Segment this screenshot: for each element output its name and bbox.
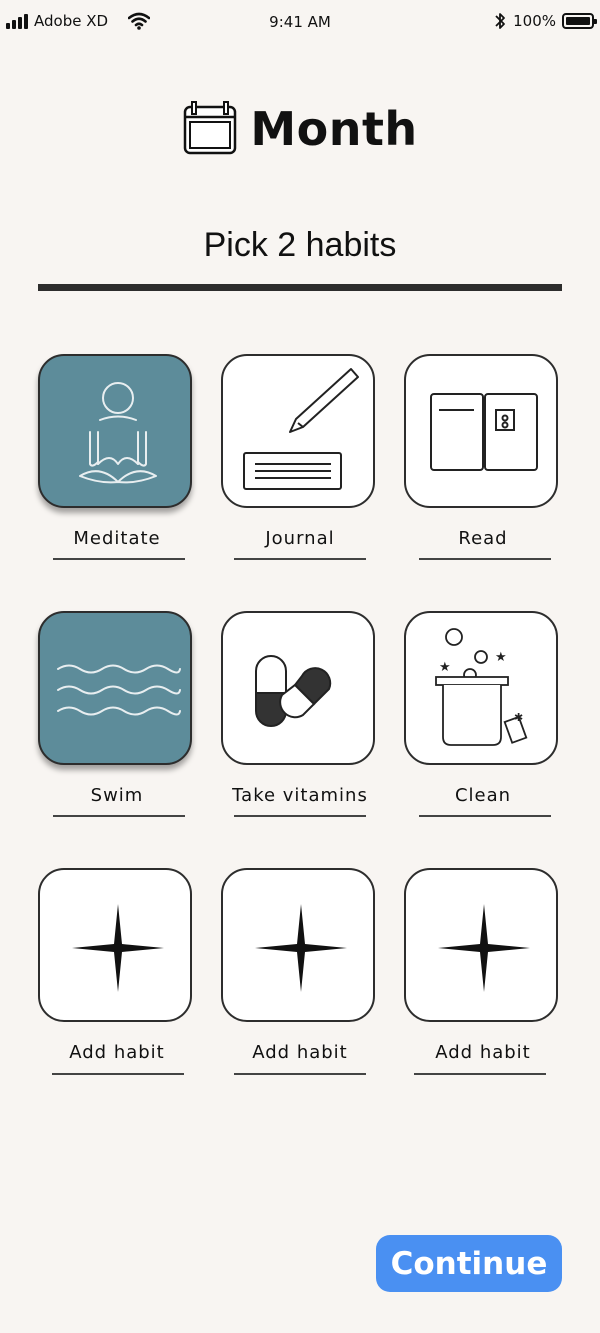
- pill-icon: [255, 655, 332, 727]
- habit-underline: [53, 558, 185, 560]
- habit-underline: [419, 815, 551, 817]
- add-habit-label: Add habit: [252, 1042, 348, 1063]
- battery-fill: [566, 17, 590, 25]
- habit-tile-swim[interactable]: [38, 611, 192, 765]
- status-right: 100%: [494, 11, 597, 31]
- habit-label-read: Read: [458, 528, 508, 549]
- continue-button[interactable]: Continue: [376, 1235, 562, 1292]
- cleaning-bucket-icon: ★ ★ ✱: [435, 628, 528, 746]
- meditate-icon: [79, 382, 157, 484]
- calendar-icon: [184, 101, 237, 155]
- habit-tile-read[interactable]: [404, 354, 558, 508]
- habit-underline: [53, 815, 185, 817]
- habit-tile-vitamins[interactable]: [221, 611, 375, 765]
- habit-underline: [234, 558, 366, 560]
- svg-text:★: ★: [495, 650, 507, 665]
- book-icon: [430, 393, 538, 471]
- habit-underline: [234, 1073, 366, 1075]
- svg-text:✱: ✱: [514, 711, 523, 724]
- habit-label-vitamins: Take vitamins: [232, 785, 368, 806]
- habit-tile-clean[interactable]: ★ ★ ✱: [404, 611, 558, 765]
- waves-icon: [57, 664, 181, 716]
- svg-text:★: ★: [439, 660, 451, 675]
- add-habit-label: Add habit: [435, 1042, 531, 1063]
- habit-tile-journal[interactable]: [221, 354, 375, 508]
- sparkle-icon: [72, 904, 164, 992]
- prompt-text: Pick 2 habits: [203, 226, 397, 264]
- habit-underline: [52, 1073, 184, 1075]
- add-habit-tile[interactable]: [38, 868, 192, 1022]
- add-habit-tile[interactable]: [221, 868, 375, 1022]
- habit-label-swim: Swim: [90, 785, 144, 806]
- add-habit-label: Add habit: [69, 1042, 165, 1063]
- page-title: Month: [250, 102, 418, 156]
- sparkle-icon: [438, 904, 530, 992]
- battery-percent: 100%: [513, 12, 556, 30]
- add-habit-tile[interactable]: [404, 868, 558, 1022]
- sparkle-icon: [255, 904, 347, 992]
- habit-underline: [414, 1073, 546, 1075]
- status-bar: Adobe XD 9:41 AM 100%: [0, 0, 600, 44]
- bluetooth-icon: [495, 13, 506, 29]
- divider: [38, 284, 562, 291]
- battery-icon: [562, 13, 597, 29]
- habit-label-clean: Clean: [454, 785, 512, 806]
- habit-label-meditate: Meditate: [73, 528, 161, 549]
- journal-icon: [243, 368, 359, 490]
- habit-label-journal: Journal: [265, 528, 335, 549]
- habit-underline: [234, 815, 366, 817]
- habit-underline: [419, 558, 551, 560]
- habit-tile-meditate[interactable]: [38, 354, 192, 508]
- header: Month: [0, 98, 600, 160]
